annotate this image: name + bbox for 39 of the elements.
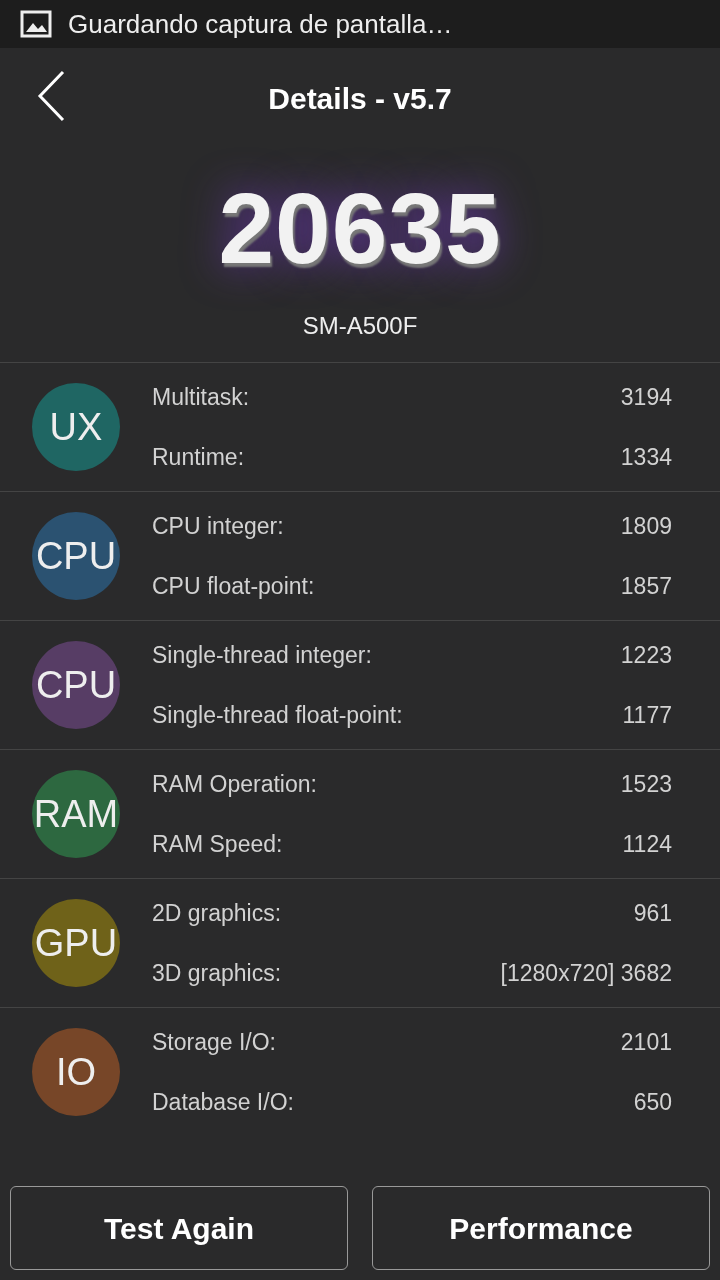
metric-value: [1280x720] 3682	[500, 959, 672, 988]
metric-label: Runtime:	[152, 443, 245, 472]
metric-label: Database I/O:	[152, 1088, 294, 1117]
metric-value: 1223	[620, 640, 672, 670]
page-title: Details - v5.7	[268, 81, 452, 117]
metric-value: 1523	[620, 769, 672, 799]
category-badge: GPU	[32, 899, 120, 987]
metric-value: 1334	[620, 443, 672, 472]
metric-label: 2D graphics:	[152, 898, 282, 928]
device-model: SM-A500F	[302, 311, 418, 341]
metric-label: Multitask:	[152, 382, 250, 412]
metric-label: CPU float-point:	[152, 572, 315, 601]
metric-label: 3D graphics:	[152, 959, 282, 988]
metric-label: RAM Operation:	[152, 769, 317, 799]
image-icon	[20, 10, 52, 38]
metric-value: 1857	[620, 572, 672, 601]
metric-label: Single-thread float-point:	[152, 701, 403, 730]
test-again-button[interactable]: Test Again	[10, 1186, 348, 1270]
metric-value: 961	[633, 898, 672, 928]
total-score: 20635	[218, 178, 502, 278]
metric-value: 3194	[620, 382, 672, 412]
back-icon	[36, 70, 66, 122]
category-badge: UX	[32, 383, 120, 471]
category-badge: CPU	[32, 641, 120, 729]
back-button[interactable]	[36, 70, 66, 122]
performance-button[interactable]: Performance	[372, 1186, 710, 1270]
category-badge: CPU	[32, 512, 120, 600]
metric-value: 2101	[620, 1027, 672, 1057]
metric-label: Storage I/O:	[152, 1027, 276, 1057]
metric-label: CPU integer:	[152, 511, 284, 541]
metric-value: 1124	[622, 830, 672, 859]
metric-value: 1809	[620, 511, 672, 541]
metric-value: 1177	[622, 701, 672, 730]
metric-label: RAM Speed:	[152, 830, 283, 859]
metric-value: 650	[633, 1088, 672, 1117]
category-badge: RAM	[32, 770, 120, 858]
metric-label: Single-thread integer:	[152, 640, 372, 670]
category-badge: IO	[32, 1028, 120, 1116]
notification-text: Guardando captura de pantalla…	[68, 7, 453, 41]
